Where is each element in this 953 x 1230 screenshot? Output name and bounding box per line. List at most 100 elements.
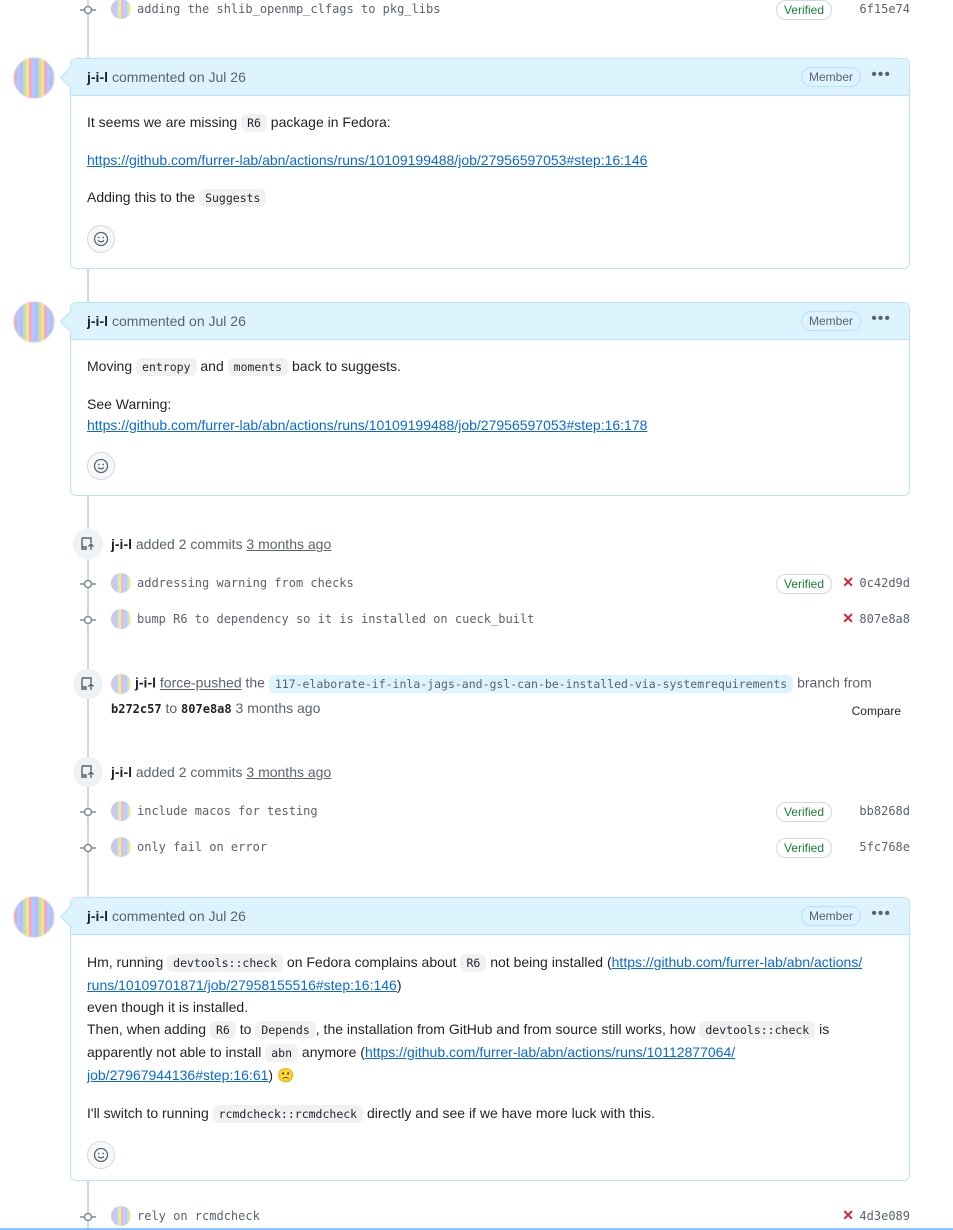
- add-reaction-button[interactable]: [87, 452, 115, 480]
- more-options-icon[interactable]: •••: [871, 67, 891, 83]
- text: Moving: [87, 358, 137, 374]
- text: on Fedora complains about: [283, 954, 461, 970]
- job-link[interactable]: job/27967944136#step:16:61: [87, 1067, 268, 1083]
- commit-node-icon: [80, 843, 96, 853]
- event-time: 3 months ago: [231, 700, 321, 716]
- text: to: [161, 700, 182, 716]
- branch-name[interactable]: 117-elaborate-if-inla-jags-and-gsl-can-b…: [268, 674, 794, 693]
- more-options-icon[interactable]: •••: [871, 906, 891, 922]
- to-sha[interactable]: 807e8a8: [181, 702, 232, 716]
- avatar[interactable]: [13, 301, 55, 343]
- commit-message[interactable]: rely on rcmdcheck: [137, 1209, 260, 1223]
- inline-code: abn: [265, 1044, 299, 1062]
- force-push-shas: b272c57 to 807e8a8 3 months ago: [111, 700, 320, 716]
- comment-author[interactable]: j-i-l: [87, 313, 108, 329]
- commit-sha[interactable]: 5fc768e: [859, 840, 910, 854]
- comment: j-i-l commented on Jul 26 Member ••• Mov…: [70, 302, 910, 496]
- commit-message[interactable]: only fail on error: [137, 840, 267, 854]
- comment-body: Moving entropy and moments back to sugge…: [71, 340, 909, 496]
- commit-author-avatar[interactable]: [111, 609, 131, 629]
- inline-code: rcmdcheck::rcmdcheck: [212, 1105, 364, 1123]
- commit-sha[interactable]: 6f15e74: [859, 2, 910, 16]
- avatar[interactable]: [13, 896, 55, 938]
- avatar[interactable]: [111, 674, 131, 694]
- verified-badge[interactable]: Verified: [775, 0, 832, 20]
- x-failed-icon[interactable]: ✕: [842, 1207, 854, 1224]
- commit-sha[interactable]: bb8268d: [859, 804, 910, 818]
- commit-node-icon: [80, 579, 96, 589]
- comment-timestamp[interactable]: commented on Jul 26: [112, 908, 246, 924]
- verified-badge[interactable]: Verified: [775, 838, 832, 858]
- text: not being installed (: [486, 954, 612, 970]
- text: the: [241, 674, 269, 691]
- commit-sha[interactable]: 4d3e089: [859, 1209, 910, 1223]
- member-badge: Member: [800, 67, 861, 87]
- commit-author-avatar[interactable]: [111, 1206, 131, 1226]
- verified-badge[interactable]: Verified: [775, 802, 832, 822]
- add-reaction-button[interactable]: [87, 1141, 115, 1169]
- commit-row: addressing warning from checks Verified …: [76, 573, 910, 595]
- inline-code: devtools::check: [167, 954, 284, 972]
- text: even though it is installed.: [87, 999, 249, 1015]
- commit-sha[interactable]: 807e8a8: [859, 612, 910, 626]
- job-link[interactable]: https://github.com/furrer-lab/abn/action…: [87, 417, 647, 433]
- inline-code: devtools::check: [699, 1021, 816, 1039]
- text: is: [815, 1021, 830, 1037]
- text: Adding this to the: [87, 189, 200, 205]
- comment-author[interactable]: j-i-l: [87, 908, 108, 924]
- member-badge: Member: [800, 311, 861, 331]
- commit-sha[interactable]: 0c42d9d: [859, 576, 910, 590]
- inline-code: moments: [227, 358, 289, 376]
- add-reaction-button[interactable]: [87, 225, 115, 253]
- commit-message[interactable]: include macos for testing: [137, 804, 318, 818]
- force-push-icon: [73, 669, 103, 699]
- text: ): [396, 977, 402, 993]
- comment-timestamp[interactable]: commented on Jul 26: [112, 69, 246, 85]
- event-time-link[interactable]: 3 months ago: [246, 764, 331, 780]
- x-failed-icon[interactable]: ✕: [842, 574, 854, 591]
- commit-row: include macos for testing Verified bb826…: [76, 801, 910, 823]
- text: , the installation from GitHub and from …: [315, 1021, 700, 1037]
- avatar[interactable]: [13, 57, 55, 99]
- commit-message[interactable]: bump R6 to dependency so it is installed…: [137, 612, 534, 626]
- x-failed-icon[interactable]: ✕: [842, 610, 854, 627]
- job-link[interactable]: https://github.com/furrer-lab/abn/action…: [612, 954, 863, 970]
- commit-message[interactable]: addressing warning from checks: [137, 576, 354, 590]
- comment-body: Hm, running devtools::check on Fedora co…: [71, 935, 909, 1185]
- commit-message[interactable]: adding the shlib_openmp_clfags to pkg_li…: [137, 2, 440, 16]
- commit-author-avatar[interactable]: [111, 573, 131, 593]
- commit-author-avatar[interactable]: [111, 837, 131, 857]
- text: apparently not able to install: [87, 1044, 266, 1060]
- force-pushed-link[interactable]: force-pushed: [160, 675, 242, 691]
- inline-code: R6: [241, 114, 267, 132]
- text: ): [268, 1067, 277, 1083]
- text: added 2 commits: [132, 764, 247, 780]
- commit-author-avatar[interactable]: [111, 0, 131, 19]
- inline-code: R6: [209, 1021, 236, 1039]
- comment: j-i-l commented on Jul 26 Member ••• Hm,…: [70, 897, 910, 1181]
- text: Then, when adding: [87, 1021, 210, 1037]
- inline-code: entropy: [136, 358, 197, 376]
- from-sha[interactable]: b272c57: [111, 702, 162, 716]
- text: package in Fedora:: [266, 114, 391, 130]
- job-link[interactable]: runs/10109701871/job/27958155516#step:16…: [87, 977, 397, 993]
- commit-author-avatar[interactable]: [111, 801, 131, 821]
- more-options-icon[interactable]: •••: [871, 311, 891, 327]
- event-author[interactable]: j-i-l: [111, 764, 132, 780]
- job-link[interactable]: https://github.com/furrer-lab/abn/action…: [365, 1044, 735, 1060]
- event-author[interactable]: j-i-l: [111, 536, 132, 552]
- job-link[interactable]: https://github.com/furrer-lab/abn/action…: [87, 152, 647, 168]
- commit-node-icon: [80, 615, 96, 625]
- event-time-link[interactable]: 3 months ago: [246, 536, 331, 552]
- push-event-icon: [73, 529, 103, 559]
- force-push-event: j-i-l force-pushed the 117-elaborate-if-…: [111, 674, 872, 694]
- comment-author[interactable]: j-i-l: [87, 69, 108, 85]
- comment-body: It seems we are missing R6 package in Fe…: [71, 96, 909, 269]
- commit-node-icon: [80, 807, 96, 817]
- comment-timestamp[interactable]: commented on Jul 26: [112, 313, 246, 329]
- verified-badge[interactable]: Verified: [775, 574, 832, 594]
- commit-row: adding the shlib_openmp_clfags to pkg_li…: [76, 0, 910, 21]
- event-author[interactable]: j-i-l: [135, 675, 156, 691]
- text: I'll switch to running: [87, 1105, 213, 1121]
- compare-button[interactable]: Compare: [852, 704, 901, 718]
